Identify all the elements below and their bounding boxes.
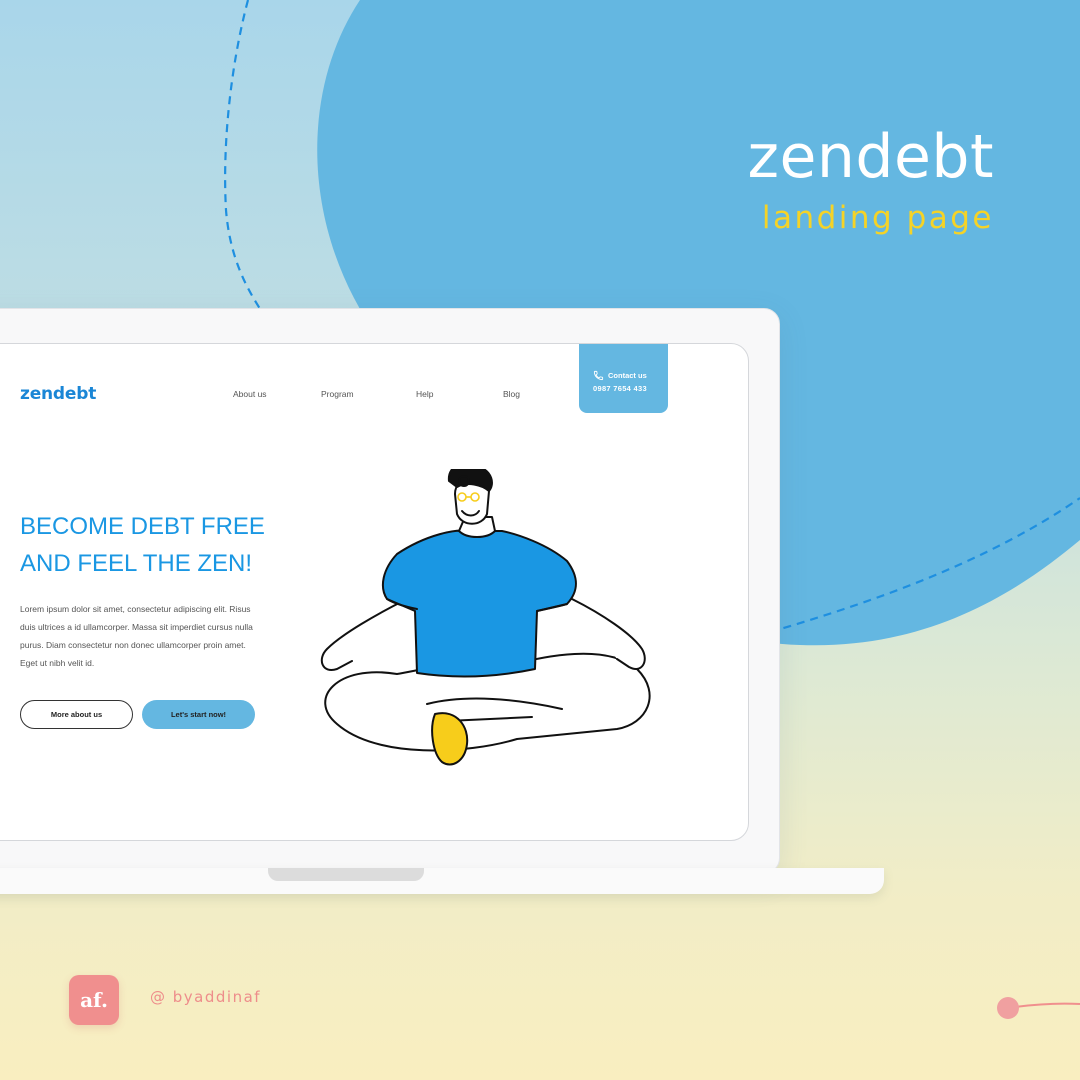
hero-title: zendebt (747, 122, 994, 192)
nav-blog[interactable]: Blog (503, 389, 520, 399)
nav-program[interactable]: Program (321, 389, 354, 399)
lets-start-now-button[interactable]: Let's start now! (142, 700, 255, 729)
site-logo[interactable]: zendebt (20, 384, 96, 404)
laptop-screen: zendebt About us Program Help Blog Conta… (0, 343, 749, 841)
laptop-notch (268, 868, 424, 881)
headline: BECOME DEBT FREE AND FEEL THE ZEN! (20, 508, 310, 582)
hero-subtitle: landing page (761, 200, 994, 236)
intro-line-4: Eget ut nibh velit id. (20, 658, 95, 668)
headline-line-2: AND FEEL THE ZEN! (20, 550, 253, 577)
headline-line-1: BECOME DEBT FREE (20, 513, 265, 540)
brand-badge: af. (69, 975, 119, 1025)
more-about-us-button[interactable]: More about us (20, 700, 133, 729)
phone-icon (593, 370, 604, 381)
contact-label: Contact us (608, 371, 647, 380)
intro-line-3: purus. Diam consectetur non donec ullamc… (20, 640, 246, 650)
intro-paragraph: Lorem ipsum dolor sit amet, consectetur … (20, 600, 290, 672)
contact-phone: 0987 7654 433 (593, 384, 647, 393)
laptop-base (0, 868, 884, 894)
nav-help[interactable]: Help (416, 389, 433, 399)
intro-line-1: Lorem ipsum dolor sit amet, consectetur … (20, 604, 251, 614)
coral-dot (997, 997, 1019, 1019)
contact-us-button[interactable]: Contact us 0987 7654 433 (579, 344, 668, 413)
dashed-curve-left (224, 0, 263, 313)
nav-about-us[interactable]: About us (233, 389, 267, 399)
author-handle: @ byaddinaf (150, 988, 262, 1006)
meditating-person-illustration (320, 469, 651, 766)
intro-line-2: duis ultrices a id ullamcorper. Massa si… (20, 622, 253, 632)
